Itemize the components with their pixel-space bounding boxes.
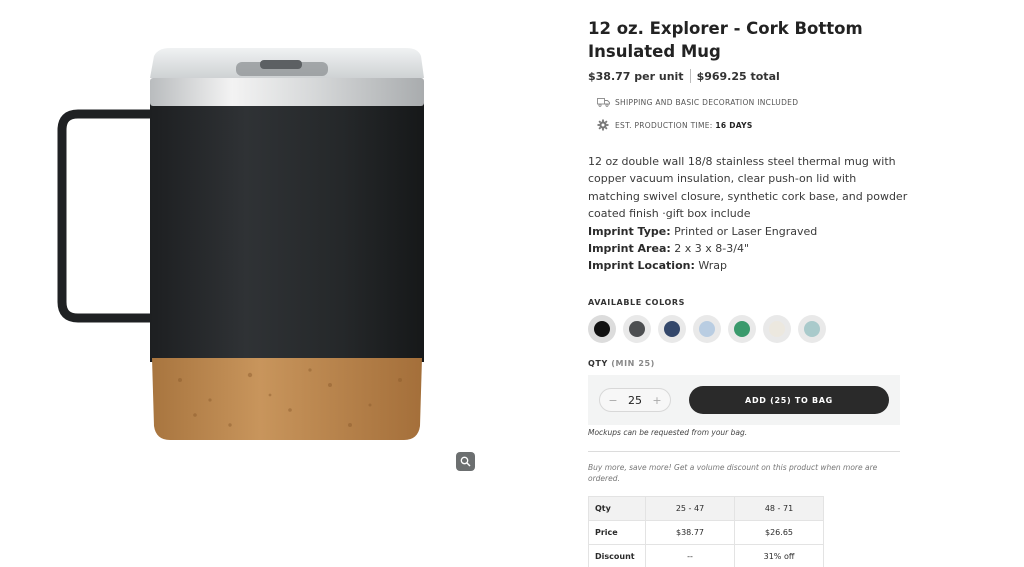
price-divider	[689, 69, 691, 83]
color-swatch[interactable]	[658, 315, 686, 343]
quantity-stepper: − 25 +	[599, 388, 671, 412]
production-info: EST. PRODUCTION TIME: 16 DAYS	[596, 119, 753, 131]
imprint-area: Imprint Area: 2 x 3 x 8-3/4"	[588, 242, 749, 256]
product-title: 12 oz. Explorer - Cork Bottom Insulated …	[588, 19, 863, 61]
color-swatch[interactable]	[798, 315, 826, 343]
table-cell: Price	[588, 520, 646, 545]
table-cell: 31% off	[734, 544, 824, 567]
imprint-type: Imprint Type: Printed or Laser Engraved	[588, 224, 818, 238]
quantity-input[interactable]: 25	[628, 394, 642, 407]
shipping-text: SHIPPING AND BASIC DECORATION INCLUDED	[615, 97, 799, 107]
table-cell: $26.65	[734, 520, 824, 545]
divider	[588, 451, 900, 452]
color-swatch-dot	[769, 321, 785, 337]
colors-label: AVAILABLE COLORS	[588, 298, 686, 307]
imprint-location: Imprint Location: Wrap	[588, 259, 728, 273]
table-cell: --	[645, 544, 735, 567]
color-swatch-dot	[699, 321, 715, 337]
decrement-button[interactable]: −	[606, 393, 620, 407]
product-description: 12 oz double wall 18/8 stainless steel t…	[588, 153, 908, 275]
color-swatch[interactable]	[623, 315, 651, 343]
table-row: Discount -- 31% off	[588, 544, 824, 567]
increment-button[interactable]: +	[650, 393, 664, 407]
color-swatch-dot	[804, 321, 820, 337]
color-swatch-dot	[594, 321, 610, 337]
production-value: 16 DAYS	[715, 120, 753, 130]
mug-illustration	[57, 48, 424, 440]
color-swatch-dot	[664, 321, 680, 337]
volume-discount-note: Buy more, save more! Get a volume discou…	[588, 463, 878, 483]
table-header-row: Qty 25 - 47 48 - 71	[588, 496, 824, 521]
price-total: $969.25 total	[696, 69, 780, 83]
color-swatch[interactable]	[588, 315, 616, 343]
production-label: EST. PRODUCTION TIME:	[615, 120, 713, 130]
price-per-unit: $38.77 per unit	[588, 69, 684, 83]
table-row: Price $38.77 $26.65	[588, 520, 824, 545]
color-swatch-dot	[734, 321, 750, 337]
color-swatch[interactable]	[693, 315, 721, 343]
table-cell: $38.77	[645, 520, 735, 545]
gear-icon	[596, 119, 610, 131]
shipping-info: SHIPPING AND BASIC DECORATION INCLUDED	[596, 96, 798, 108]
table-header-cell: Qty	[588, 496, 646, 521]
add-to-bag-panel: − 25 + ADD (25) TO BAG	[588, 375, 900, 425]
add-to-bag-button[interactable]: ADD (25) TO BAG	[689, 386, 889, 414]
table-header-cell: 25 - 47	[645, 496, 735, 521]
product-image	[40, 30, 480, 470]
truck-icon	[596, 96, 610, 108]
qty-min: (MIN 25)	[611, 359, 655, 368]
pricing-table: Qty 25 - 47 48 - 71 Price $38.77 $26.65 …	[588, 496, 824, 567]
color-swatch[interactable]	[728, 315, 756, 343]
mockup-note: Mockups can be requested from your bag.	[588, 428, 748, 437]
zoom-icon	[460, 452, 471, 471]
color-swatch-dot	[629, 321, 645, 337]
table-header-cell: 48 - 71	[734, 496, 824, 521]
color-swatches	[588, 315, 826, 343]
qty-label: QTY (MIN 25)	[588, 359, 655, 368]
zoom-button[interactable]	[456, 452, 475, 471]
table-cell: Discount	[588, 544, 646, 567]
price-row: $38.77 per unit $969.25 total	[588, 69, 780, 83]
description-text: 12 oz double wall 18/8 stainless steel t…	[588, 155, 908, 221]
color-swatch[interactable]	[763, 315, 791, 343]
